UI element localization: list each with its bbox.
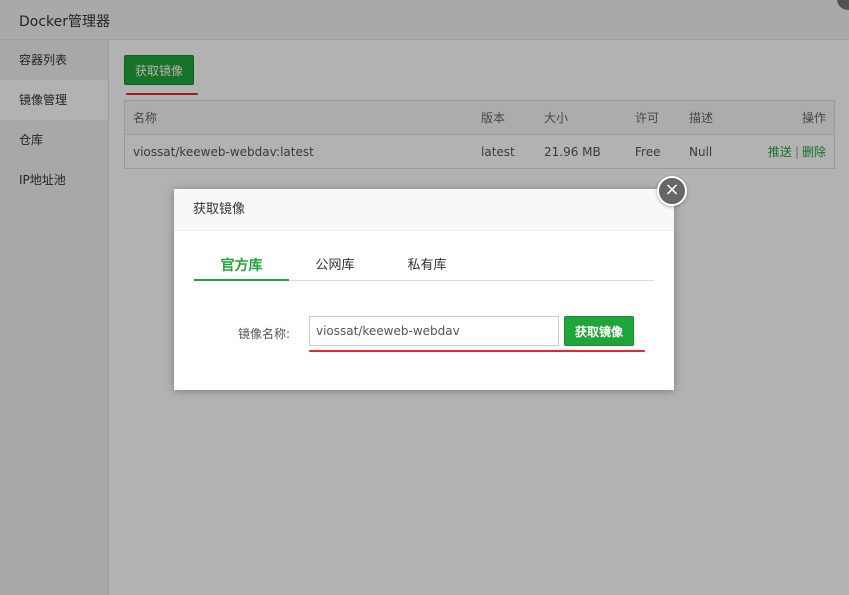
image-name-label: 镜像名称: (238, 327, 291, 341)
get-image-dialog: 获取镜像 × 官方库 公网库 私有库 镜像名称: 获取镜像 (174, 176, 687, 390)
annotation-underline (309, 350, 645, 352)
fetch-image-button[interactable]: 获取镜像 (564, 316, 634, 346)
tab-official[interactable]: 官方库 (194, 253, 289, 281)
tab-private[interactable]: 私有库 (396, 253, 458, 281)
image-name-input[interactable] (309, 316, 559, 346)
source-tabs: 官方库 公网库 私有库 (194, 253, 654, 281)
tab-public[interactable]: 公网库 (304, 253, 366, 281)
dialog-title: 获取镜像 (174, 189, 674, 231)
close-icon[interactable]: × (657, 176, 687, 206)
